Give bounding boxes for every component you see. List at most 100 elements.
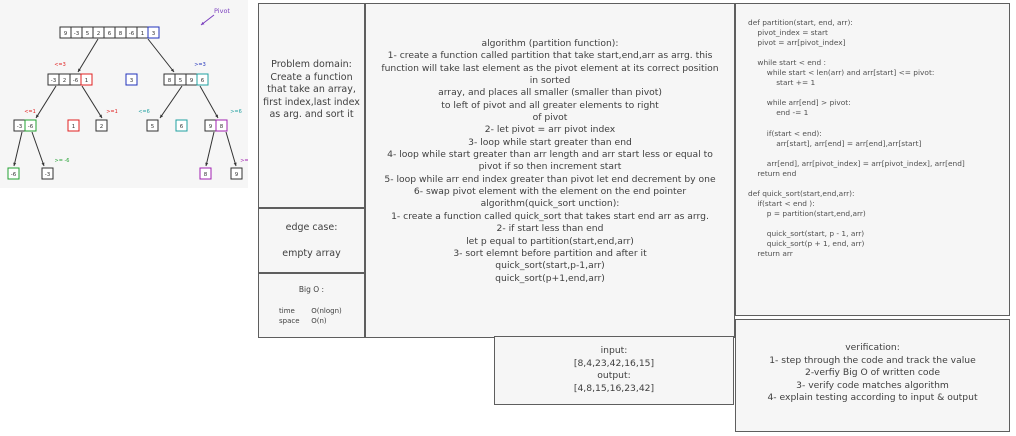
algorithm-line: quick_sort(start,p-1,arr) [495, 260, 605, 272]
ll-label: <=1 [24, 109, 36, 115]
right-label: >=3 [194, 62, 206, 68]
rl-label: <=6 [138, 109, 150, 115]
algorithm-line: 1- create a function called partition th… [387, 50, 713, 62]
algorithm-line: 3- sort elemnt before partition and afte… [453, 247, 647, 259]
verification-line: 3- verify code matches algorithm [796, 379, 949, 391]
left-cell: 1 [85, 78, 89, 84]
output-label: output: [597, 370, 631, 381]
algorithm-line: function will take last element as the p… [381, 62, 719, 74]
llr-cell: -3 [45, 172, 51, 178]
root-cell: 3 [152, 31, 156, 37]
algorithm-panel: algorithm (partition function): 1- create… [365, 3, 735, 338]
ll-cell: -3 [17, 124, 23, 130]
left-cell: 2 [63, 78, 67, 84]
code-panel: def partition(start, end, arr): pivot_in… [735, 3, 1010, 316]
big-o-panel: Big O : time O(nlogn) space O(n) [258, 273, 365, 338]
right-cell: 9 [190, 78, 194, 84]
algorithm-line: quick_sort(p+1,end,arr) [495, 272, 605, 284]
algorithm-line: array, and places all smaller (smaller t… [438, 87, 662, 99]
big-o-time-row: time O(nlogn) [279, 307, 342, 315]
left-cell: -3 [51, 78, 57, 84]
tree-edge [159, 85, 183, 119]
verification-line: 4- explain testing according to input & … [767, 392, 978, 403]
lr-cell: 2 [100, 124, 104, 130]
big-o-title: Big O : [298, 285, 325, 294]
ll-cell: -6 [28, 124, 34, 130]
pivot-label: Pivot [214, 7, 230, 15]
tree-svg: Pivot 9 -3 5 2 6 8 -6 1 3 <=3 >=3 -3 2 -6 1 3 8 5 9 6 <=1 >=1 -… [7, 7, 248, 180]
rl-cell: 5 [151, 124, 155, 130]
algorithm-line: 6- swap pivot element with the element o… [413, 186, 687, 198]
verification-text: verification: 1- step through the code a… [736, 342, 1009, 405]
verification-line: 2-verfiy Big O of written code [804, 367, 941, 378]
rr-label: >=6 [230, 109, 242, 115]
root-cell: 8 [119, 31, 123, 37]
tree-edge [81, 85, 103, 119]
input-value: [8,4,23,42,16,15] [573, 357, 655, 369]
verification-line: verification: [845, 342, 900, 353]
rr-cell: 9 [209, 124, 213, 130]
edge-case-panel: edge case: empty array [258, 208, 365, 273]
code-text: def partition(start, end, arr): pivot_in… [748, 18, 965, 259]
rm-cell: 6 [180, 124, 184, 130]
rrr-cell: 9 [235, 172, 239, 178]
arrow-head [41, 162, 45, 166]
algorithm-line: of pivot [532, 112, 568, 124]
problem-line: as arg. and sort it [269, 109, 354, 120]
algorithm-line: in sorted [529, 75, 571, 87]
root-cell: 9 [64, 31, 68, 37]
algorithm-line: pivot if so then increment start [478, 161, 622, 173]
algorithm-line: 3- loop while start greater than end [468, 136, 632, 148]
input-output-panel: input: [8,4,23,42,16,15] output: [4,8,15… [494, 336, 734, 405]
rrr-label: >=8 [240, 158, 248, 164]
root-cell: 1 [141, 31, 145, 37]
input-label: input: [600, 345, 628, 356]
right-cell: 6 [201, 78, 205, 84]
lll-cell: -6 [11, 172, 17, 178]
tree-edge [205, 131, 215, 167]
algorithm-line: 2- let pivot = arr pivot index [484, 124, 616, 136]
algorithm-line: 4- loop while start greater than arr len… [387, 149, 713, 161]
tree-edge [31, 131, 45, 167]
big-o-time-label: time [279, 307, 295, 315]
tree-edge [225, 131, 237, 167]
problem-line: Create a function [270, 71, 353, 83]
problem-domain-text: Problem domain: Create a function that t… [263, 59, 360, 122]
algorithm-text: algorithm (partition function): 1- create… [380, 38, 720, 285]
tree-edge [35, 85, 57, 119]
right-cell: 8 [168, 78, 172, 84]
root-cell: 5 [86, 31, 90, 37]
big-o-space-value: O(n) [311, 317, 327, 325]
right-cell: 5 [179, 78, 183, 84]
edge-case-value: empty array [282, 248, 341, 259]
rr-cell: 8 [220, 124, 224, 130]
pivot-cell: 3 [130, 78, 134, 84]
io-text: input: [8,4,23,42,16,15] output: [4,8,15… [495, 345, 733, 395]
algorithm-line: to left of pivot and all greater element… [441, 99, 659, 111]
quicksort-tree-diagram: Pivot 9 -3 5 2 6 8 -6 1 3 <=3 >=3 -3 2 -6 1 3 8 5 9 6 <=1 >=1 -… [0, 0, 248, 188]
algorithm-line: 1- create a function called quick_sort t… [391, 210, 709, 222]
lr-label: >=1 [106, 109, 118, 115]
output-value: [4,8,15,16,23,42] [573, 382, 655, 394]
verification-line: 1- step through the code and track the v… [769, 354, 976, 366]
big-o-space-label: space [279, 317, 300, 325]
edge-case-title: edge case: [285, 222, 338, 233]
problem-line: Problem domain: [271, 59, 352, 70]
rrl-cell: 8 [204, 172, 208, 178]
big-o-time-value: O(nlogn) [311, 307, 342, 315]
root-cell: -6 [129, 31, 135, 37]
left-label: <=3 [54, 62, 66, 68]
root-cell: 6 [108, 31, 112, 37]
algorithm-line: 5- loop while arr end index greater than… [384, 173, 716, 185]
lm-cell: 1 [72, 124, 76, 130]
problem-line: that take an array, [267, 84, 356, 95]
llr-label: >= -6 [55, 158, 70, 164]
root-cell: -3 [74, 31, 80, 37]
verification-panel: verification: 1- step through the code a… [735, 319, 1010, 432]
tree-edge [77, 38, 99, 73]
tree-edge [13, 131, 23, 167]
root-cell: 2 [97, 31, 101, 37]
left-cell: -6 [73, 78, 79, 84]
big-o-space-row: space O(n) [279, 317, 327, 325]
problem-line: first index,last index [263, 96, 360, 108]
